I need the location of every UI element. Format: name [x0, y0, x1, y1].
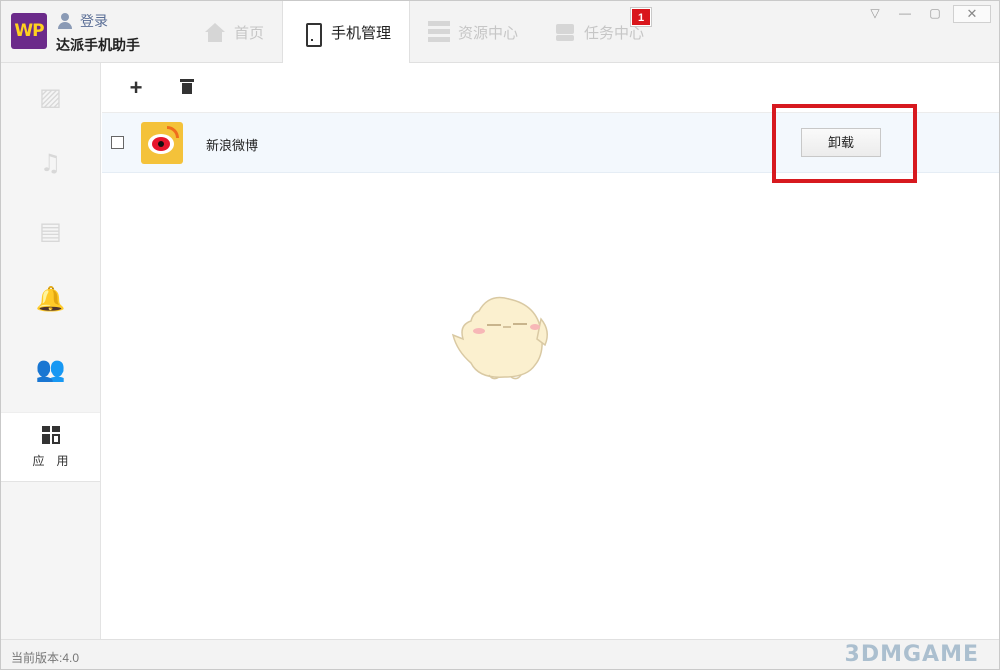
maximize-button[interactable]: ▢	[923, 5, 947, 21]
dropdown-menu-icon[interactable]: ▽	[863, 5, 887, 21]
minimize-button[interactable]: —	[893, 5, 917, 21]
phone-icon	[301, 22, 323, 47]
sidebar-item-video[interactable]: ▤	[1, 197, 100, 265]
highlight-annotation	[772, 104, 917, 183]
sidebar: ▨ ♫ ▤ 🔔 👥 应用	[1, 63, 101, 639]
close-button[interactable]: ✕	[953, 5, 991, 23]
title-bar: WP 登录 达派手机助手 首页 手机管理 资源中心 任务中心 1 ▽ — ▢ ✕	[1, 1, 999, 64]
login-label: 登录	[80, 13, 108, 29]
window-controls: ▽ — ▢ ✕	[863, 5, 991, 23]
tab-resource-center-label: 资源中心	[458, 24, 519, 42]
sidebar-item-apps[interactable]: 应用	[1, 412, 100, 482]
app-checkbox[interactable]	[111, 136, 124, 149]
weibo-app-icon	[141, 122, 183, 164]
delete-icon[interactable]	[180, 79, 194, 94]
main-tabs: 首页 手机管理 资源中心 任务中心	[186, 1, 662, 64]
list-icon	[428, 21, 451, 43]
app-name: 达派手机助手	[56, 37, 140, 53]
add-app-button[interactable]: +	[125, 75, 147, 100]
home-icon	[204, 21, 226, 43]
app-logo: WP	[11, 13, 47, 49]
sidebar-item-photos[interactable]: ▨	[1, 63, 100, 131]
login-link[interactable]: 登录	[56, 10, 108, 32]
app-window: WP 登录 达派手机助手 首页 手机管理 资源中心 任务中心 1 ▽ — ▢ ✕…	[0, 0, 1000, 670]
version-label: 当前版本:4.0	[11, 651, 80, 665]
tab-resource-center[interactable]: 资源中心	[410, 1, 536, 63]
tab-phone-manage[interactable]: 手机管理	[282, 1, 411, 64]
apps-grid-icon	[41, 425, 60, 444]
sidebar-item-music[interactable]: ♫	[1, 129, 100, 197]
video-icon: ▤	[39, 217, 62, 245]
sidebar-item-apps-label: 应用	[32, 453, 81, 468]
music-icon: ♫	[39, 149, 62, 177]
mascot-illustration	[451, 296, 548, 380]
task-count-badge: 1	[631, 8, 651, 26]
layers-icon	[554, 21, 576, 43]
tab-home-label: 首页	[234, 24, 265, 42]
status-bar: 当前版本:4.0 3DMGAME	[1, 639, 999, 669]
app-name-label: 新浪微博	[206, 138, 259, 153]
photo-icon: ▨	[39, 83, 62, 111]
sidebar-item-contacts[interactable]: 👥	[1, 335, 100, 403]
tab-home[interactable]: 首页	[186, 1, 282, 63]
contacts-icon: 👥	[35, 355, 66, 383]
user-icon	[56, 12, 74, 30]
ringtone-icon: 🔔	[35, 285, 66, 313]
tab-phone-manage-label: 手机管理	[331, 25, 392, 42]
sidebar-item-ringtone[interactable]: 🔔	[1, 265, 100, 333]
watermark-logo: 3DMGAME	[844, 642, 979, 667]
